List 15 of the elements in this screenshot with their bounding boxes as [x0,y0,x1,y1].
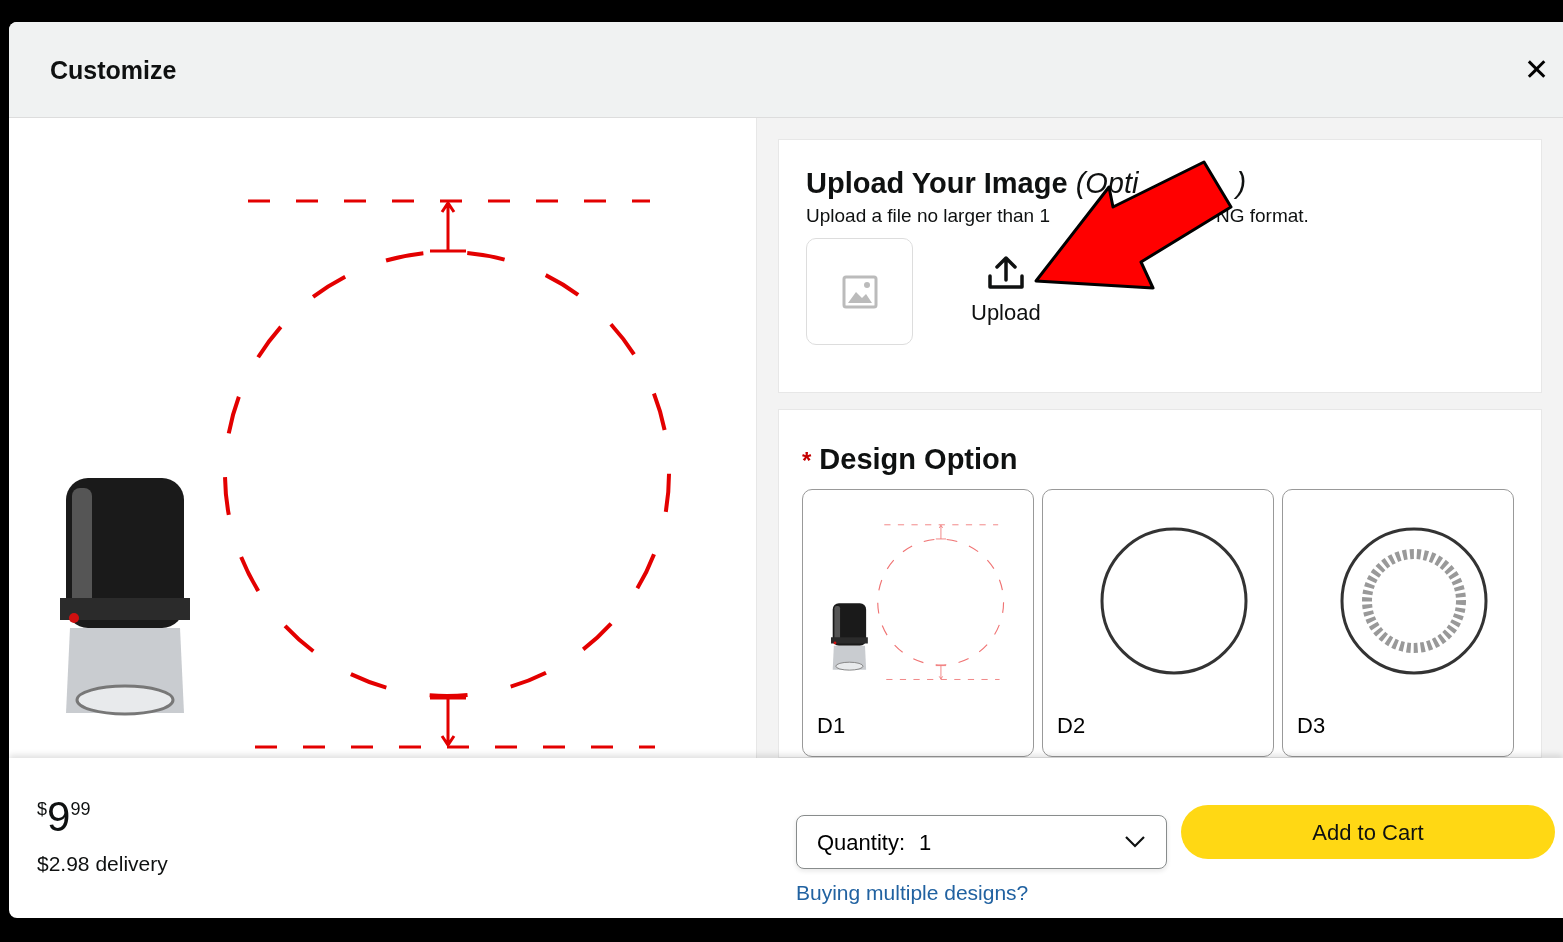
design-option[interactable]: D2 [1042,489,1274,757]
design-title: Design Option [819,441,1018,477]
quantity-dropdown[interactable]: Quantity: 1 [796,815,1167,870]
dialog-title: Customize [50,54,177,85]
chevron-down-icon [1124,835,1146,850]
design-option[interactable]: D1 [802,489,1034,757]
close-button[interactable]: ✕ [1520,50,1553,89]
upload-icon [986,254,1025,291]
image-icon [841,274,878,309]
upload-button[interactable]: Upload [971,254,1041,330]
delivery-price: $2.98 delivery [37,851,168,878]
multiple-designs-link[interactable]: Buying multiple designs? [796,877,1029,909]
required-mark: * [802,445,812,476]
design-option[interactable]: D3 [1282,489,1514,757]
add-to-cart-button[interactable]: Add to Cart [1181,805,1555,859]
